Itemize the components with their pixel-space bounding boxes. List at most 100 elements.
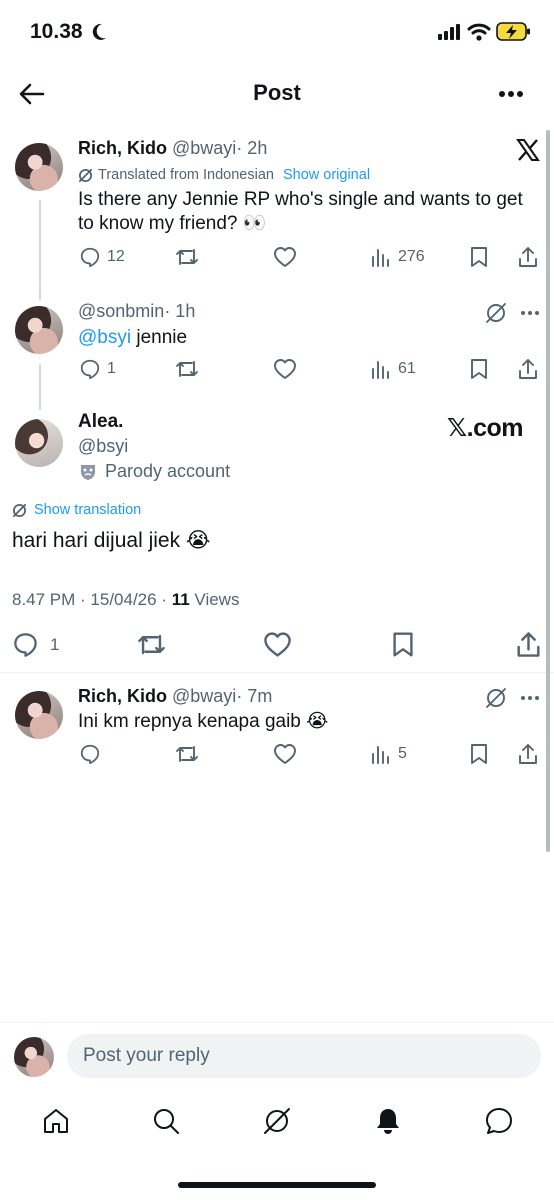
post-time: · 7m <box>236 686 273 706</box>
x-logo-icon <box>516 138 540 162</box>
reply-button[interactable]: 12 <box>79 246 125 268</box>
post-text: hari hari dijual jiek 😭 <box>12 529 211 552</box>
post-text-body: jennie <box>131 327 188 348</box>
share-icon[interactable] <box>517 358 539 380</box>
more-icon[interactable] <box>520 310 540 316</box>
author-name[interactable]: Rich, Kido <box>78 138 167 158</box>
post-header: Rich, Kido @bwayi· 7m <box>78 686 272 707</box>
view-count: 61 <box>398 360 416 377</box>
reply-button[interactable]: 1 <box>79 358 116 380</box>
repost-icon[interactable] <box>175 358 199 380</box>
divider <box>0 1022 554 1023</box>
show-translation[interactable]: Show translation <box>12 502 141 518</box>
like-icon[interactable] <box>273 743 297 765</box>
reply-post[interactable]: @sonbmin· 1h @bsyi jennie 1 61 <box>0 292 554 392</box>
reply-count: 12 <box>107 248 125 265</box>
views-button[interactable]: 5 <box>371 743 407 765</box>
repost-icon[interactable] <box>137 631 166 658</box>
share-icon[interactable] <box>517 246 539 268</box>
notifications-bell-icon[interactable] <box>373 1106 403 1136</box>
page-title: Post <box>253 80 301 105</box>
post-text: Ini km repnya kenapa gaib 😭 <box>78 711 329 732</box>
messages-icon[interactable] <box>483 1106 515 1136</box>
reply-icon[interactable] <box>79 743 101 765</box>
show-translation-link[interactable]: Show translation <box>34 502 141 518</box>
post-text: Is there any Jennie RP who's single and … <box>78 189 523 234</box>
header: Post <box>0 66 554 122</box>
views-count: 11 <box>171 590 190 609</box>
status-time: 10.38 <box>30 20 83 43</box>
views-icon <box>372 746 389 764</box>
parody-label: Parody account <box>80 461 230 482</box>
reply-icon <box>80 247 100 268</box>
author-handle[interactable]: @bsyi <box>78 436 128 457</box>
wifi-icon <box>467 22 491 42</box>
repost-icon[interactable] <box>175 743 199 765</box>
main-post: Alea. @bsyi Parody account 𝕏.com Show tr… <box>0 405 554 671</box>
mention-link[interactable]: @bsyi <box>78 327 131 348</box>
post-header: @sonbmin· 1h <box>78 301 195 322</box>
views-button[interactable]: 61 <box>371 358 416 380</box>
views-icon <box>372 361 389 379</box>
search-icon[interactable] <box>151 1106 181 1136</box>
views-label: Views <box>189 590 240 609</box>
signal-icon <box>437 23 461 41</box>
post-timestamp: 8.47 PM · 15/04/26 · <box>12 590 172 609</box>
bookmark-icon[interactable] <box>469 358 489 380</box>
author-handle[interactable]: @bwayi <box>172 686 236 706</box>
grok-icon[interactable] <box>262 1106 292 1136</box>
post-text: @bsyi jennie <box>78 326 187 350</box>
like-icon[interactable] <box>273 246 297 268</box>
more-options-icon[interactable] <box>498 90 524 98</box>
grok-icon[interactable] <box>485 687 507 709</box>
reply-icon <box>14 633 37 657</box>
watermark: 𝕏.com <box>447 414 524 442</box>
share-icon[interactable] <box>515 631 542 658</box>
post-meta: 8.47 PM · 15/04/26 · 11 Views <box>12 590 239 610</box>
repost-icon[interactable] <box>175 246 199 268</box>
reply-button[interactable]: 1 <box>12 631 59 658</box>
share-icon[interactable] <box>517 743 539 765</box>
reply-count: 1 <box>50 634 60 654</box>
home-icon[interactable] <box>41 1106 71 1136</box>
bookmark-icon[interactable] <box>469 246 489 268</box>
view-count: 5 <box>398 745 407 762</box>
avatar[interactable] <box>15 143 63 191</box>
like-icon[interactable] <box>263 631 292 658</box>
avatar[interactable] <box>15 306 63 354</box>
avatar <box>14 1037 54 1077</box>
author-name[interactable]: Rich, Kido <box>78 686 167 706</box>
author-handle[interactable]: @sonbmin <box>78 301 164 321</box>
avatar[interactable] <box>15 419 63 467</box>
post-time: · 1h <box>164 301 196 321</box>
post-time: · 2h <box>236 138 268 158</box>
scrollbar[interactable] <box>546 130 550 852</box>
reply-post[interactable]: Rich, Kido @bwayi· 7m Ini km repnya kena… <box>0 673 554 773</box>
author-name[interactable]: Alea. <box>78 411 123 433</box>
battery-icon <box>496 21 532 43</box>
bookmark-icon[interactable] <box>469 743 489 765</box>
more-icon[interactable] <box>520 695 540 701</box>
reply-count: 1 <box>107 360 116 377</box>
bookmark-icon[interactable] <box>391 631 415 658</box>
views-button[interactable]: 276 <box>371 246 425 268</box>
grok-icon[interactable] <box>485 302 507 324</box>
views-icon <box>372 249 389 267</box>
mask-icon <box>80 463 96 481</box>
home-indicator <box>178 1182 376 1188</box>
reply-input-placeholder: Post your reply <box>83 1045 210 1066</box>
translation-info: Translated from Indonesian Show original <box>78 167 370 183</box>
translated-label: Translated from Indonesian <box>98 167 274 183</box>
reply-input[interactable]: Post your reply <box>67 1034 541 1078</box>
translate-icon <box>78 168 93 183</box>
post-header: Rich, Kido @bwayi· 2h <box>78 138 267 159</box>
moon-icon <box>90 22 108 42</box>
reply-post[interactable]: Rich, Kido @bwayi· 2h Translated from In… <box>0 130 554 290</box>
author-handle[interactable]: @bwayi <box>172 138 236 158</box>
avatar[interactable] <box>15 691 63 739</box>
show-original-link[interactable]: Show original <box>283 167 370 183</box>
translate-icon <box>12 503 27 518</box>
reply-icon <box>80 359 100 380</box>
bottom-nav <box>0 1096 554 1154</box>
like-icon[interactable] <box>273 358 297 380</box>
